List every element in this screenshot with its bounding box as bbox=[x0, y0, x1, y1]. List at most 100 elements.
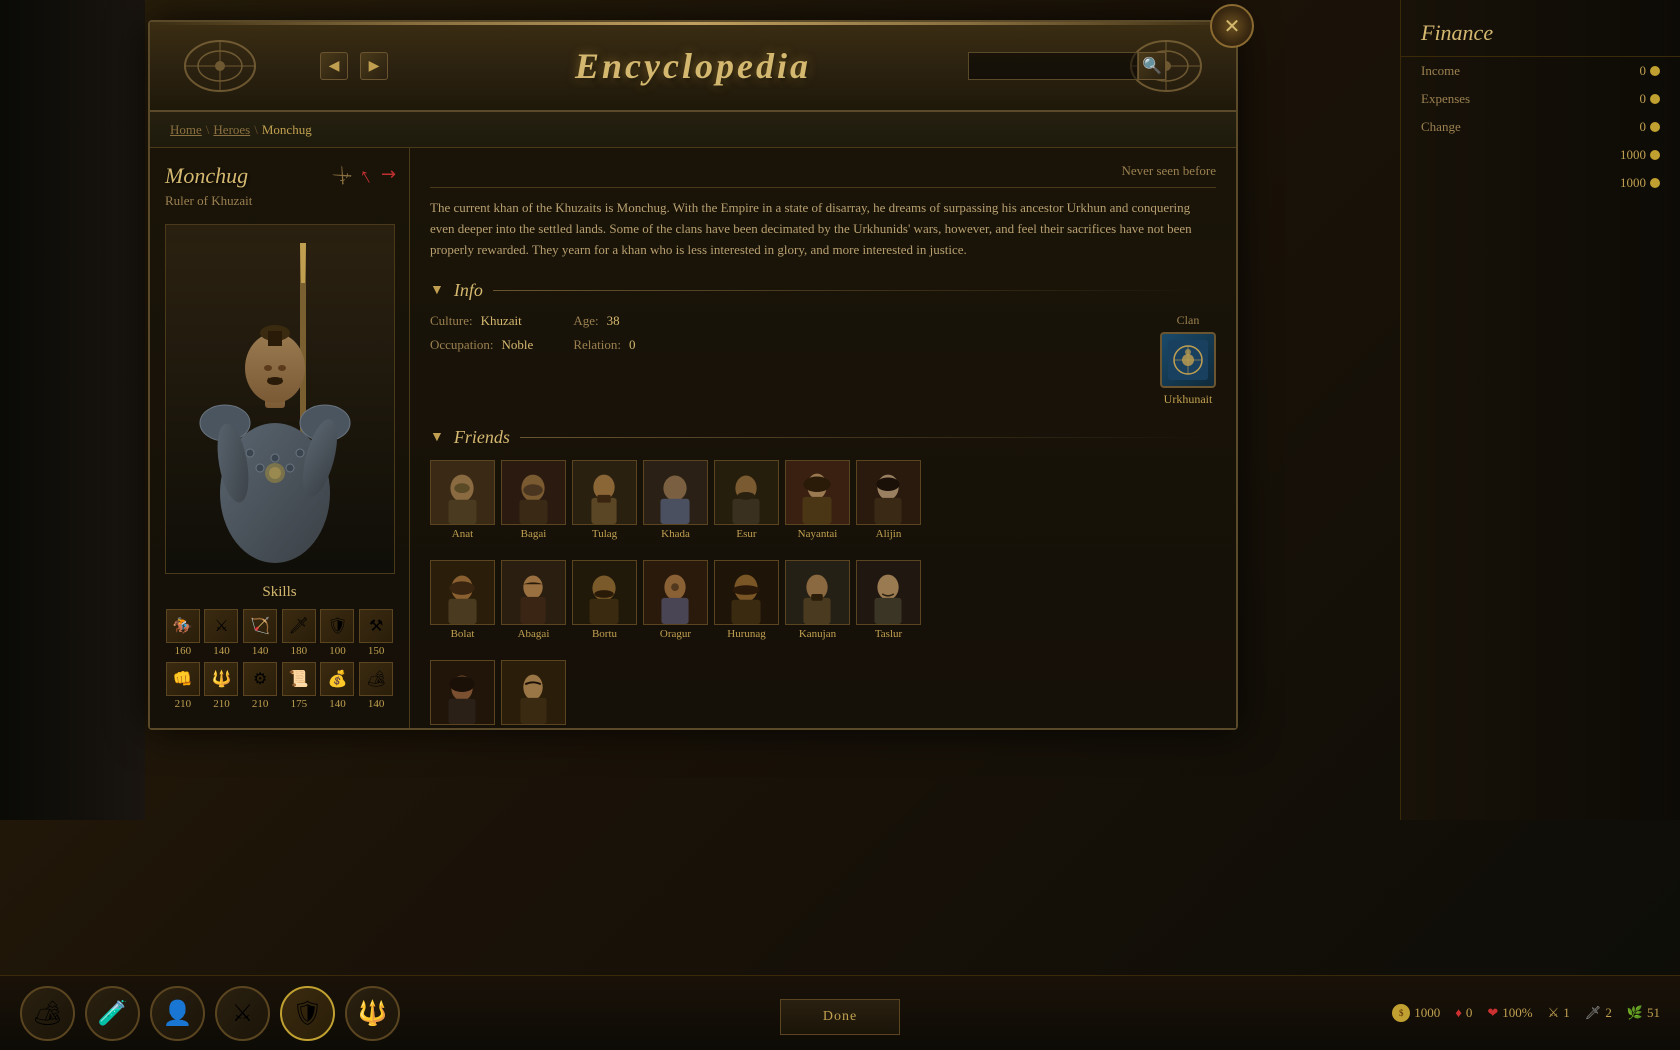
friend-portrait-hurunag bbox=[714, 560, 779, 625]
friend-name-esur: Esur bbox=[736, 528, 756, 540]
athletics-value: 210 bbox=[175, 698, 192, 710]
friend-bolat[interactable]: Bolat bbox=[430, 560, 495, 640]
info-section-header[interactable]: ▼ Info bbox=[430, 280, 1216, 301]
left-ornament bbox=[180, 36, 260, 96]
skill-tactics: 🔱 210 bbox=[204, 662, 240, 710]
friend-bagai[interactable]: Bagai bbox=[501, 460, 566, 540]
tactics-icon: 🔱 bbox=[204, 662, 238, 696]
bottom-icon-clan[interactable]: 🛡 bbox=[280, 986, 335, 1041]
friend-name-nayantai: Nayantai bbox=[798, 528, 838, 540]
bottom-icon-character[interactable]: 👤 bbox=[150, 986, 205, 1041]
occupation-value: Noble bbox=[502, 337, 534, 353]
friend-portrait-achaku bbox=[501, 660, 566, 725]
culture-label: Culture: bbox=[430, 313, 473, 329]
friend-name-oragur: Oragur bbox=[660, 628, 691, 640]
friend-portrait-esur bbox=[714, 460, 779, 525]
done-button[interactable]: Done bbox=[780, 999, 900, 1035]
friend-alijin[interactable]: Alijin bbox=[856, 460, 921, 540]
friends-grid-row3: Ulman Achaku bbox=[430, 660, 1216, 728]
health-stat: ❤ 100% bbox=[1487, 1005, 1532, 1021]
friend-esur[interactable]: Esur bbox=[714, 460, 779, 540]
skill-craft: ⚒ 150 bbox=[358, 609, 394, 657]
sword-icon: ⚔ bbox=[204, 609, 238, 643]
forward-button[interactable]: ▶ bbox=[360, 52, 388, 80]
friend-bortu[interactable]: Bortu bbox=[572, 560, 637, 640]
search-icon: 🔍 bbox=[1142, 56, 1162, 76]
leaves-value: 51 bbox=[1647, 1005, 1660, 1021]
right-sidebar: Finance Income 0 Expenses 0 Change 0 100… bbox=[1400, 0, 1680, 820]
friend-portrait-khada bbox=[643, 460, 708, 525]
friend-hurunag[interactable]: Hurunag bbox=[714, 560, 779, 640]
change-label: Change bbox=[1421, 119, 1461, 135]
skill-sword: ⚔ 140 bbox=[204, 609, 240, 657]
friend-tulag[interactable]: Tulag bbox=[572, 460, 637, 540]
relation-label: Relation: bbox=[573, 337, 621, 353]
relation-row: Relation: 0 bbox=[573, 337, 635, 353]
gold-dot-income bbox=[1650, 66, 1660, 76]
forward-arrow-icon: ▶ bbox=[369, 58, 380, 75]
income-value: 0 bbox=[1640, 63, 1661, 79]
bottom-icon-camp[interactable]: 🏕 bbox=[20, 986, 75, 1041]
troops-value: 1 bbox=[1563, 1005, 1570, 1021]
friend-name-bolat: Bolat bbox=[451, 628, 475, 640]
friend-anat[interactable]: Anat bbox=[430, 460, 495, 540]
leaves-stat: 🌿 51 bbox=[1627, 1005, 1660, 1021]
info-section-title: Info bbox=[454, 280, 483, 301]
breadcrumb-heroes[interactable]: Heroes bbox=[213, 122, 250, 138]
friend-ulman[interactable]: Ulman bbox=[430, 660, 495, 728]
tactics-value: 210 bbox=[213, 698, 230, 710]
friends-grid: Anat Bagai Tulag bbox=[430, 460, 1216, 540]
skill-shield: 🛡 100 bbox=[320, 609, 356, 657]
friend-portrait-alijin bbox=[856, 460, 921, 525]
search-input[interactable] bbox=[968, 52, 1138, 80]
bottom-icon-kingdom[interactable]: 🔱 bbox=[345, 986, 400, 1041]
friend-oragur[interactable]: Oragur bbox=[643, 560, 708, 640]
friend-achaku[interactable]: Achaku bbox=[501, 660, 566, 728]
friend-khada[interactable]: Khada bbox=[643, 460, 708, 540]
close-icon: ✕ bbox=[1224, 14, 1241, 39]
search-button[interactable]: 🔍 bbox=[1138, 52, 1166, 80]
riding-icon: 🏇 bbox=[166, 609, 200, 643]
friend-name-hurunag: Hurunag bbox=[727, 628, 766, 640]
friend-portrait-anat bbox=[430, 460, 495, 525]
swords-stat: 🗡 2 bbox=[1585, 1005, 1612, 1021]
swords-icon: 🗡 bbox=[1585, 1005, 1602, 1021]
engineering-icon: ⚙ bbox=[243, 662, 277, 696]
friend-portrait-nayantai bbox=[785, 460, 850, 525]
breadcrumb-current: Monchug bbox=[262, 122, 312, 138]
info-data-cols: Culture: Khuzait Occupation: Noble Age: bbox=[430, 313, 1140, 353]
skills-label: Skills bbox=[165, 584, 394, 601]
friend-taslur[interactable]: Taslur bbox=[856, 560, 921, 640]
friends-section-header[interactable]: ▼ Friends bbox=[430, 427, 1216, 448]
skill-riding: 🏇 160 bbox=[165, 609, 201, 657]
bottom-icon-inventory[interactable]: 🧪 bbox=[85, 986, 140, 1041]
back-button[interactable]: ◀ bbox=[320, 52, 348, 80]
gold-value: 1000 bbox=[1414, 1005, 1440, 1021]
clan-emblem[interactable] bbox=[1160, 332, 1216, 388]
shield-icon: 🛡 bbox=[320, 609, 354, 643]
character-title: Ruler of Khuzait bbox=[165, 193, 252, 209]
character-portrait bbox=[165, 224, 395, 574]
friend-name-bagai: Bagai bbox=[521, 528, 547, 540]
spear-decoration-icon: ↑ bbox=[354, 162, 377, 190]
finance-title: Finance bbox=[1401, 0, 1680, 57]
finance-expenses-row: Expenses 0 bbox=[1401, 85, 1680, 113]
breadcrumb-sep2: \ bbox=[254, 122, 258, 138]
bottom-icon-party[interactable]: ⚔ bbox=[215, 986, 270, 1041]
friend-kanujan[interactable]: Kanujan bbox=[785, 560, 850, 640]
skill-trade: 💰 140 bbox=[320, 662, 356, 710]
scouting-icon: 🏕 bbox=[359, 662, 393, 696]
info-col-right: Age: 38 Relation: 0 bbox=[573, 313, 635, 353]
friend-portrait-kanujan bbox=[785, 560, 850, 625]
friend-nayantai[interactable]: Nayantai bbox=[785, 460, 850, 540]
influence-stat: ♦ 0 bbox=[1455, 1005, 1472, 1021]
friend-portrait-bagai bbox=[501, 460, 566, 525]
close-button[interactable]: ✕ bbox=[1210, 4, 1254, 48]
bow-value: 140 bbox=[252, 645, 269, 657]
culture-value: Khuzait bbox=[481, 313, 522, 329]
skill-bow: 🏹 140 bbox=[242, 609, 278, 657]
bottom-bar: 🏕 🧪 👤 ⚔ 🛡 🔱 Done $ 1000 ♦ 0 ❤ 100% ⚔ 1 🗡… bbox=[0, 975, 1680, 1050]
friend-name-anat: Anat bbox=[452, 528, 473, 540]
friend-abagai[interactable]: Abagai bbox=[501, 560, 566, 640]
breadcrumb-home[interactable]: Home bbox=[170, 122, 202, 138]
